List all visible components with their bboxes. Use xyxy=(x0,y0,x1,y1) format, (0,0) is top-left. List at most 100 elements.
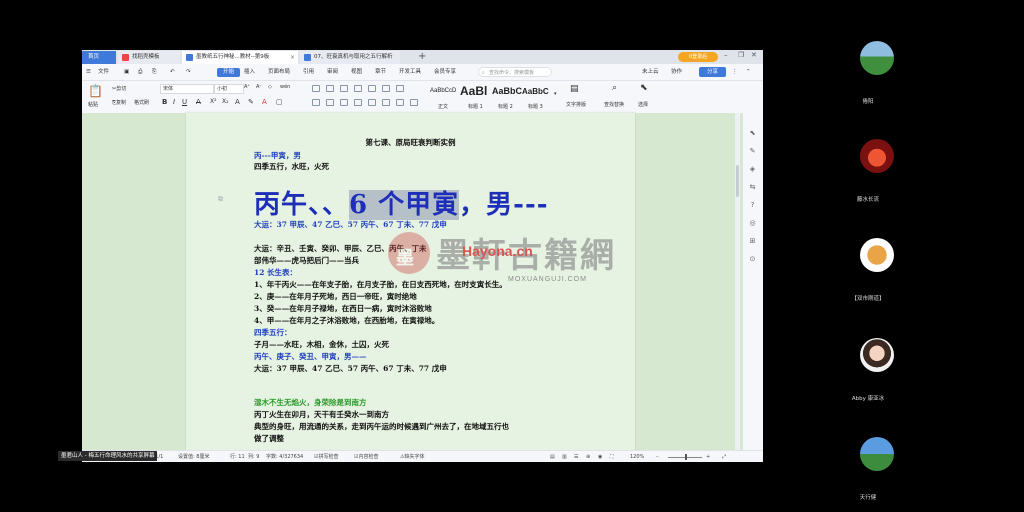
pinyin-icon[interactable]: wén xyxy=(280,84,290,90)
help-icon[interactable]: ? xyxy=(748,201,757,210)
sort-icon[interactable] xyxy=(382,85,390,92)
shading-icon[interactable] xyxy=(396,99,404,106)
style-heading2-preview[interactable]: AaBbC xyxy=(492,86,522,96)
text-layout-icon[interactable]: ▤ xyxy=(570,84,579,94)
format-painter-button[interactable]: 格式刷 xyxy=(134,99,149,106)
tab-document-2[interactable]: 07、旺衰真机与取用之五行解析 xyxy=(300,51,400,64)
redo-icon[interactable]: ↷ xyxy=(186,64,191,80)
scrollbar-thumb[interactable] xyxy=(736,165,739,197)
cursor-icon[interactable]: ⬉ xyxy=(748,129,757,138)
paste-icon[interactable]: 📋 xyxy=(88,84,103,98)
menu-reference[interactable]: 引用 xyxy=(303,64,314,80)
select-icon[interactable]: ⬉ xyxy=(640,83,648,93)
view-web-icon[interactable]: ⊕ xyxy=(586,451,590,462)
window-close-icon[interactable]: ✕ xyxy=(751,51,757,59)
show-marks-icon[interactable] xyxy=(396,85,404,92)
spell-check-button[interactable]: ☑拼写检查 xyxy=(314,451,339,462)
style-heading3-preview[interactable]: AaBbC xyxy=(522,87,549,96)
menu-start[interactable]: 开始 xyxy=(217,68,241,77)
bold-icon[interactable]: B xyxy=(162,98,167,106)
view-print-icon[interactable]: ▤ xyxy=(550,451,555,462)
tab-home[interactable]: 首页 xyxy=(82,51,116,64)
missing-font-button[interactable]: ⚠缺失字体 xyxy=(400,451,425,462)
location-icon[interactable]: ⊙ xyxy=(748,255,757,264)
borders-icon[interactable] xyxy=(410,99,418,106)
align-right-icon[interactable] xyxy=(340,99,348,106)
undo-icon[interactable]: ↶ xyxy=(170,64,175,80)
share-button[interactable]: 分享 xyxy=(699,67,726,77)
view-read-icon[interactable]: ▥ xyxy=(562,451,567,462)
style-heading1-preview[interactable]: AaBl xyxy=(460,84,487,98)
align-left-icon[interactable] xyxy=(312,99,320,106)
login-badge[interactable]: 0登录后 xyxy=(678,52,718,62)
style-panel-icon[interactable]: ◈ xyxy=(748,165,757,174)
numbered-list-icon[interactable] xyxy=(326,85,334,92)
participant[interactable]: 倦阳 xyxy=(858,41,898,105)
shrink-font-icon[interactable]: A⁻ xyxy=(256,84,262,90)
bullet-list-icon[interactable] xyxy=(312,85,320,92)
clear-format-icon[interactable]: ◇ xyxy=(268,84,272,90)
participant[interactable]: Abby 康亚冰 xyxy=(852,338,898,402)
line-spacing-icon[interactable] xyxy=(382,99,390,106)
paste-label[interactable]: 粘贴 xyxy=(88,101,98,108)
export-icon[interactable]: ⎙ xyxy=(138,64,142,80)
tab-template[interactable]: 找稻壳模板 xyxy=(118,51,180,64)
italic-icon[interactable]: I xyxy=(173,98,175,106)
cut-button[interactable]: ✂剪切 xyxy=(112,85,126,92)
layout-icon[interactable]: ⊞ xyxy=(748,237,757,246)
copy-button[interactable]: ⎘复制 xyxy=(112,99,126,106)
new-tab-button[interactable]: + xyxy=(418,50,426,64)
char-border-icon[interactable]: ▢ xyxy=(276,98,283,106)
style-normal-preview[interactable]: AaBbCcD xyxy=(430,88,456,94)
justify-icon[interactable] xyxy=(354,99,362,106)
decrease-indent-icon[interactable] xyxy=(340,85,348,92)
align-center-icon[interactable] xyxy=(326,99,334,106)
close-icon[interactable]: × xyxy=(290,51,295,64)
zoom-in-icon[interactable]: + xyxy=(706,451,710,462)
participant[interactable]: 【双市刚道】 xyxy=(851,238,898,302)
menu-view[interactable]: 视图 xyxy=(351,64,362,80)
participant[interactable]: 天行健 xyxy=(858,437,898,501)
distribute-icon[interactable] xyxy=(368,99,376,106)
menu-member[interactable]: 会员专享 xyxy=(434,64,456,80)
status-col[interactable]: 列: 9 xyxy=(248,451,259,462)
adjust-icon[interactable]: ⇆ xyxy=(748,183,757,192)
menu-section[interactable]: 章节 xyxy=(375,64,386,80)
view-outline-icon[interactable]: ☰ xyxy=(574,451,578,462)
text-layout-button[interactable]: 文字排版 xyxy=(566,101,586,108)
strikethrough-icon[interactable]: A xyxy=(196,98,201,106)
menu-review[interactable]: 审阅 xyxy=(327,64,338,80)
content-check-button[interactable]: ☑内容检查 xyxy=(354,451,379,462)
tab-document-1[interactable]: 墨教纸五行神秘...教材--第9板 × xyxy=(182,51,298,64)
subscript-icon[interactable]: X₂ xyxy=(222,98,229,105)
menu-file[interactable]: 文件 xyxy=(98,64,109,80)
zoom-level[interactable]: 120% xyxy=(630,451,644,462)
menu-layout[interactable]: 页面布局 xyxy=(268,64,290,80)
pen-icon[interactable]: ✎ xyxy=(748,147,757,156)
styles-more-icon[interactable]: ▾ xyxy=(554,91,557,97)
find-replace-button[interactable]: 查找替换 xyxy=(604,101,624,108)
zoom-slider-handle[interactable] xyxy=(685,454,687,460)
print-icon[interactable]: ⎘ xyxy=(152,64,156,80)
find-replace-icon[interactable]: ⌕ xyxy=(612,83,617,93)
select-button[interactable]: 选择 xyxy=(638,101,648,108)
participant[interactable]: 藤水长流 xyxy=(857,139,898,203)
minimize-icon[interactable]: – xyxy=(724,51,728,59)
grow-font-icon[interactable]: A⁺ xyxy=(244,84,250,90)
font-family-select[interactable]: 宋体 xyxy=(160,84,214,94)
underline-icon[interactable]: U xyxy=(182,98,187,106)
menu-insert[interactable]: 插入 xyxy=(244,64,255,80)
superscript-icon[interactable]: X² xyxy=(210,98,217,105)
status-row[interactable]: 行: 11 xyxy=(230,451,245,462)
more-icon[interactable]: ⋮ xyxy=(732,64,738,80)
font-size-select[interactable]: 小初 xyxy=(214,84,244,94)
highlight-icon[interactable]: ✎ xyxy=(248,98,254,106)
vertical-scrollbar[interactable] xyxy=(735,113,740,450)
collapse-ribbon-icon[interactable]: ⌃ xyxy=(746,64,751,80)
status-setting[interactable]: 设置值: 8厘米 xyxy=(178,451,209,462)
status-words[interactable]: 字数: 4/327634 xyxy=(266,451,303,462)
hamburger-icon[interactable]: ☰ xyxy=(86,64,91,80)
restore-icon[interactable]: ❐ xyxy=(738,51,744,59)
font-color-icon[interactable]: A xyxy=(262,98,267,106)
paragraph-handle-icon[interactable]: ⧉ xyxy=(218,195,223,204)
